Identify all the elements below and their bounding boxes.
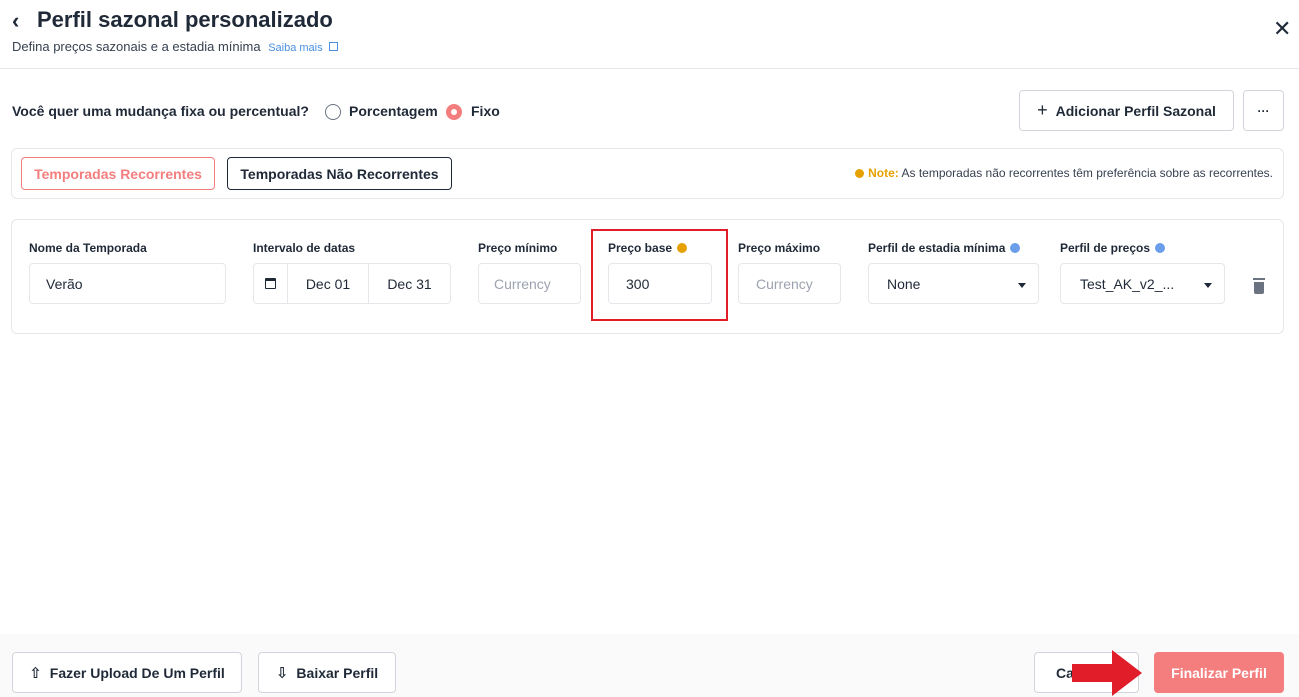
download-profile-button[interactable]: ⇩ Baixar Perfil <box>258 652 396 693</box>
learn-more-link[interactable]: Saiba mais <box>268 42 322 54</box>
plus-icon: + <box>1037 100 1048 120</box>
min-price-placeholder: Currency <box>494 275 551 292</box>
price-profile-select[interactable]: Test_AK_v2_... <box>1060 263 1225 304</box>
season-tabs-panel: Temporadas Recorrentes Temporadas Não Re… <box>11 148 1284 199</box>
download-icon: ⇩ <box>275 664 289 682</box>
trash-icon[interactable] <box>1253 278 1265 294</box>
chevron-down-icon <box>1204 283 1212 288</box>
tab-non-recurring-seasons[interactable]: Temporadas Não Recorrentes <box>227 157 452 190</box>
info-icon <box>1010 243 1021 253</box>
date-start-input[interactable]: Dec 01 <box>288 264 369 303</box>
max-price-label: Preço máximo <box>738 241 821 255</box>
min-stay-label: Perfil de estadia mínima <box>868 241 1021 255</box>
season-name-value: Verão <box>46 275 83 292</box>
close-icon[interactable]: ✕ <box>1273 16 1291 42</box>
more-options-button[interactable]: ··· <box>1243 90 1284 131</box>
add-seasonal-profile-button[interactable]: + Adicionar Perfil Sazonal <box>1019 90 1234 131</box>
price-profile-value: Test_AK_v2_... <box>1080 275 1175 292</box>
modal-header: ‹ Perfil sazonal personalizado Defina pr… <box>0 0 1299 69</box>
min-price-input[interactable]: Currency <box>478 263 581 304</box>
tab-recurring-seasons[interactable]: Temporadas Recorrentes <box>21 157 215 190</box>
upload-profile-button[interactable]: ⇧ Fazer Upload De Um Perfil <box>12 652 242 693</box>
trash-lid <box>1253 278 1265 280</box>
min-stay-value: None <box>887 275 921 292</box>
min-stay-label-text: Perfil de estadia mínima <box>868 241 1006 255</box>
max-price-input[interactable]: Currency <box>738 263 841 304</box>
upload-profile-label: Fazer Upload De Um Perfil <box>49 664 225 681</box>
finalize-profile-button[interactable]: Finalizar Perfil <box>1154 652 1284 693</box>
season-name-label: Nome da Temporada <box>29 241 147 255</box>
back-icon[interactable]: ‹ <box>12 8 19 34</box>
chevron-down-icon <box>1018 283 1026 288</box>
min-price-label: Preço mínimo <box>478 241 558 255</box>
page-subtitle: Defina preços sazonais e a estadia mínim… <box>12 39 339 54</box>
base-price-highlight <box>591 229 728 321</box>
subtitle-text: Defina preços sazonais e a estadia mínim… <box>12 39 261 54</box>
min-stay-select[interactable]: None <box>868 263 1039 304</box>
add-seasonal-profile-label: Adicionar Perfil Sazonal <box>1055 102 1216 119</box>
date-range-label: Intervalo de datas <box>253 241 356 255</box>
change-type-question: Você quer uma mudança fixa ou percentual… <box>12 103 309 119</box>
radio-percentage[interactable] <box>325 104 341 120</box>
radio-percentage-label[interactable]: Porcentagem <box>349 103 438 119</box>
download-profile-label: Baixar Perfil <box>296 664 379 681</box>
radio-fixed[interactable] <box>446 104 462 120</box>
max-price-placeholder: Currency <box>756 275 813 292</box>
calendar-icon <box>265 278 276 289</box>
info-icon <box>1155 243 1166 253</box>
trash-body <box>1254 282 1264 294</box>
date-end-input[interactable]: Dec 31 <box>369 264 450 303</box>
radio-fixed-label[interactable]: Fixo <box>471 103 500 119</box>
info-icon <box>855 169 865 178</box>
calendar-icon-box[interactable] <box>254 264 288 303</box>
note-text: As temporadas não recorrentes têm prefer… <box>901 166 1273 180</box>
red-arrow-annotation <box>1072 650 1142 696</box>
note-message: Note: As temporadas não recorrentes têm … <box>855 166 1273 180</box>
page-title: Perfil sazonal personalizado <box>37 7 333 32</box>
price-profile-label: Perfil de preços <box>1060 241 1166 255</box>
note-label: Note: <box>868 166 899 180</box>
price-profile-label-text: Perfil de preços <box>1060 241 1151 255</box>
upload-icon: ⇧ <box>29 664 42 682</box>
date-range-picker[interactable]: Dec 01 Dec 31 <box>253 263 451 304</box>
external-link-icon[interactable] <box>329 42 339 51</box>
season-name-input[interactable]: Verão <box>29 263 226 304</box>
